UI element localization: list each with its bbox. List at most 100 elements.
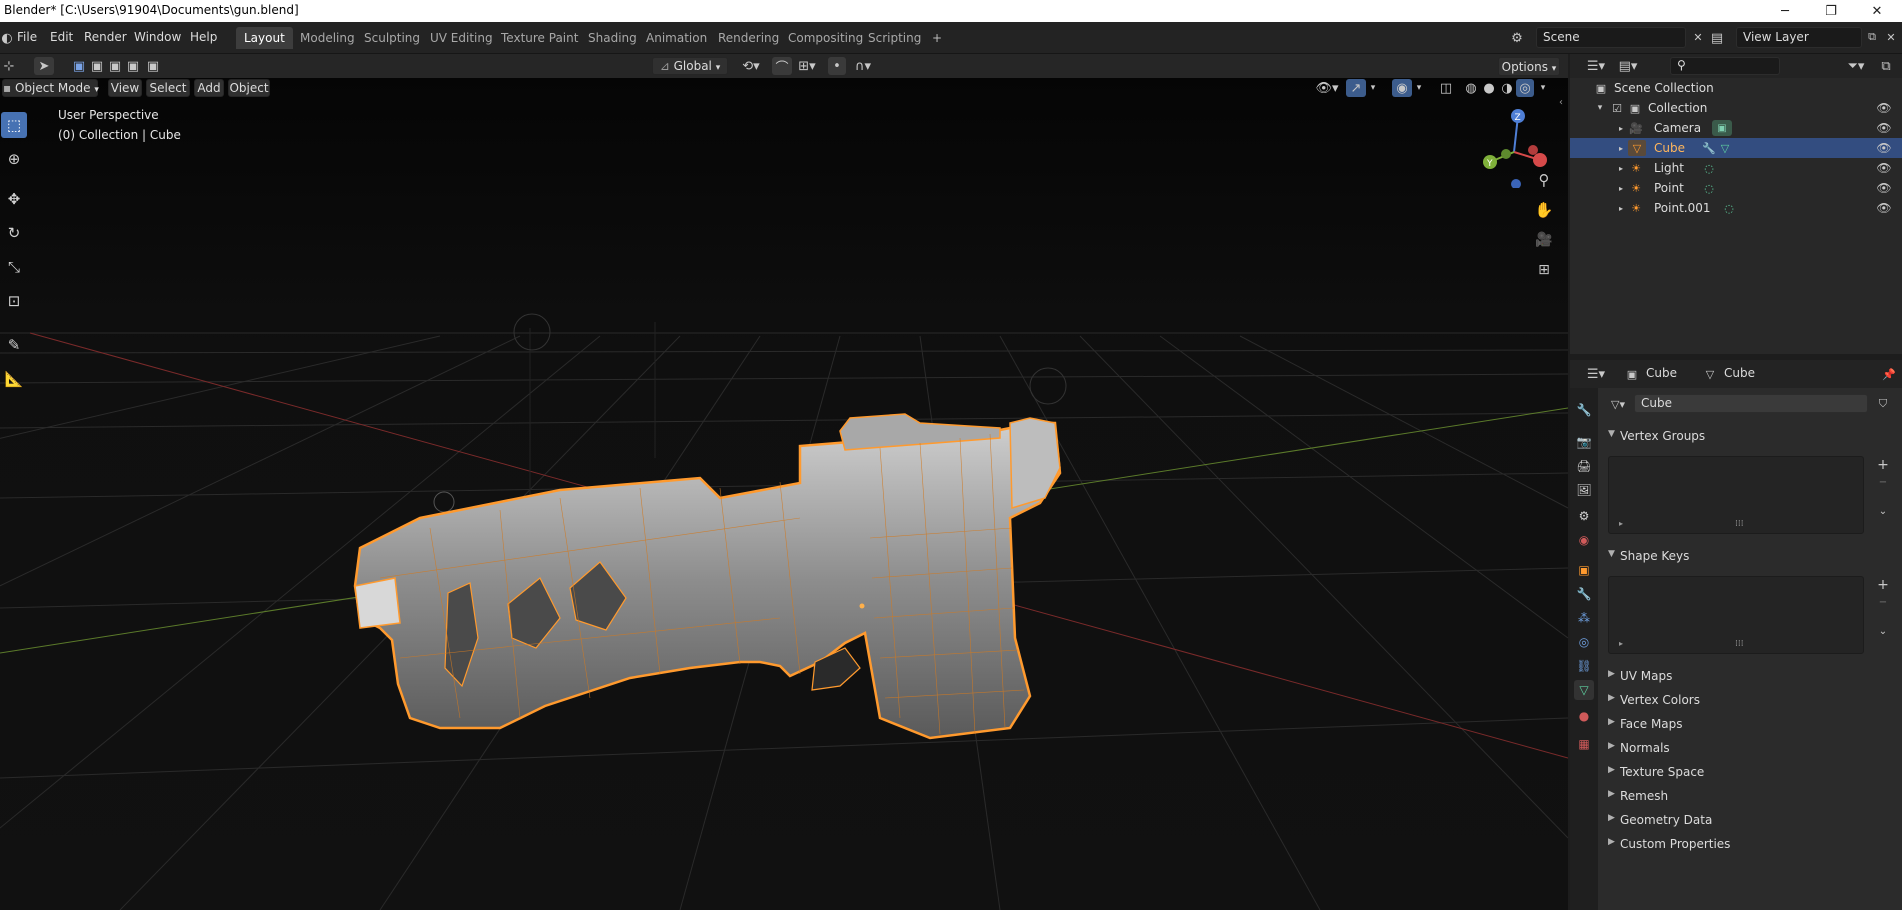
material-shading-icon[interactable]: ◑ [1498, 79, 1516, 97]
wireframe-shading-icon[interactable]: ◍ [1462, 79, 1480, 97]
add-shape-key-button[interactable]: + [1874, 576, 1892, 594]
resize-handle-icon[interactable]: ⁞⁞⁞ [1735, 639, 1744, 649]
select-new-icon[interactable]: ▣ [70, 57, 88, 75]
tab-compositing[interactable]: Compositing [780, 27, 871, 49]
mesh-browse-icon[interactable]: ▽▾ [1606, 395, 1630, 413]
transform-orientation-dropdown[interactable]: ⊿ Global ▾ [652, 57, 728, 75]
close-icon[interactable]: ✕ [1690, 28, 1706, 46]
vertex-group-specials-button[interactable]: ⌄ [1874, 502, 1892, 520]
physics-tab-icon[interactable]: ◎ [1574, 632, 1594, 652]
outliner-collection[interactable]: ▾ ☑ ▣ Collection 👁 [1570, 98, 1902, 118]
display-mode-icon[interactable]: ▤▾ [1614, 57, 1642, 75]
data-tab-icon[interactable]: ▽ [1574, 680, 1594, 700]
panel-vertex-groups[interactable]: ▼ Vertex Groups [1604, 425, 1894, 447]
add-vertex-group-button[interactable]: + [1874, 456, 1892, 474]
select-box-icon[interactable]: ⬚ [1, 112, 27, 138]
tool-icon[interactable]: ⊹ [0, 57, 18, 75]
eye-icon[interactable]: 👁 [1876, 161, 1892, 175]
expand-arrow-icon[interactable]: ▸ [1616, 161, 1626, 175]
menu-edit[interactable]: Edit [50, 30, 73, 44]
texture-tab-icon[interactable]: ▦ [1574, 734, 1594, 754]
transform-icon[interactable]: ⊡ [1, 288, 27, 314]
panel-texture-space[interactable]: ▶ Texture Space [1604, 761, 1894, 783]
expand-arrow-icon[interactable]: ▸ [1616, 121, 1626, 135]
vertex-groups-list[interactable]: ▸ ⁞⁞⁞ [1608, 456, 1864, 534]
render-tab-icon[interactable]: 📷 [1574, 432, 1594, 452]
overlay-toggle-icon[interactable]: ◉ [1392, 79, 1412, 97]
panel-face-maps[interactable]: ▶ Face Maps [1604, 713, 1894, 735]
light-data-icon[interactable]: ◌ [1702, 161, 1716, 175]
outliner-item-light[interactable]: ▸ ☀ Light ◌ 👁 [1570, 158, 1902, 178]
rendered-shading-icon[interactable]: ◎ [1516, 79, 1534, 97]
close-icon[interactable]: ✕ [1882, 28, 1900, 46]
world-tab-icon[interactable]: ◉ [1574, 530, 1594, 550]
constraints-tab-icon[interactable]: ⛓ [1574, 656, 1594, 676]
measure-icon[interactable]: 📐 [1, 366, 27, 392]
snap-icon[interactable]: ⌒ [772, 57, 792, 76]
shape-keys-list[interactable]: ▸ ⁞⁞⁞ [1608, 576, 1864, 654]
minimize-button[interactable]: ─ [1762, 0, 1808, 22]
expand-arrow-icon[interactable]: ▸ [1616, 201, 1626, 215]
scene-icon[interactable]: ⚙ [1506, 28, 1528, 48]
menu-window[interactable]: Window [134, 30, 181, 44]
restore-button[interactable]: ❐ [1808, 0, 1854, 22]
panel-vertex-colors[interactable]: ▶ Vertex Colors [1604, 689, 1894, 711]
cursor-icon[interactable]: ⊕ [1, 146, 27, 172]
menu-help[interactable]: Help [190, 30, 217, 44]
select-cursor-icon[interactable]: ➤ [34, 57, 54, 75]
outliner-scene-collection[interactable]: ▣ Scene Collection [1570, 78, 1902, 98]
checkbox-icon[interactable]: ☑ [1610, 101, 1624, 115]
remove-shape-key-button[interactable]: − [1874, 596, 1892, 608]
zoom-icon[interactable]: ⚲ [1532, 168, 1556, 192]
menu-file[interactable]: File [17, 30, 37, 44]
camera-data-icon[interactable]: ▣ [1712, 120, 1732, 136]
rotate-icon[interactable]: ↻ [1, 220, 27, 246]
panel-custom-properties[interactable]: ▶ Custom Properties [1604, 833, 1894, 855]
camera-view-icon[interactable]: 🎥 [1532, 228, 1556, 252]
select-invert-icon[interactable]: ▣ [144, 57, 162, 75]
eye-icon[interactable]: 👁 [1876, 121, 1892, 135]
3d-viewport[interactable]: User Perspective (0) Collection | Cube Z… [0, 78, 1568, 910]
modifier-tab-icon[interactable]: 🔧 [1574, 584, 1594, 604]
tab-uv-editing[interactable]: UV Editing [422, 27, 501, 49]
options-dropdown[interactable]: Options ▾ [1498, 57, 1560, 76]
eye-icon[interactable]: 👁 [1876, 201, 1892, 215]
close-button[interactable]: ✕ [1854, 0, 1900, 22]
output-tab-icon[interactable]: 🖨 [1574, 456, 1594, 476]
panel-remesh[interactable]: ▶ Remesh [1604, 785, 1894, 807]
mesh-name-field[interactable]: Cube [1634, 394, 1868, 413]
outliner-item-cube[interactable]: ▸ ▽ Cube 🔧 ▽ 👁 [1570, 138, 1902, 158]
eye-icon[interactable]: 👁 [1876, 181, 1892, 195]
view-layer-icon[interactable]: ▤ [1706, 28, 1728, 48]
expand-arrow-icon[interactable]: ▸ [1616, 181, 1626, 195]
expand-arrow-icon[interactable]: ▸ [1619, 639, 1623, 648]
proportional-falloff-icon[interactable]: ∩▾ [848, 57, 878, 75]
proportional-edit-icon[interactable]: • [828, 57, 846, 75]
solid-shading-icon[interactable]: ● [1480, 79, 1498, 97]
snap-target-icon[interactable]: ⊞▾ [792, 57, 822, 75]
panel-normals[interactable]: ▶ Normals [1604, 737, 1894, 759]
pin-icon[interactable]: 📌 [1880, 365, 1898, 383]
new-collection-icon[interactable]: ⧉ [1874, 57, 1898, 75]
tab-modeling[interactable]: Modeling [292, 27, 363, 49]
scene-tab-icon[interactable]: ⚙ [1574, 506, 1594, 526]
editor-type-icon[interactable]: ☰▾ [1582, 57, 1610, 75]
editor-type-icon[interactable]: ☰▾ [1582, 365, 1610, 383]
tab-layout[interactable]: Layout [236, 27, 293, 49]
add-workspace-button[interactable]: + [924, 27, 950, 49]
gizmo-x-axis[interactable] [1533, 153, 1547, 167]
perspective-toggle-icon[interactable]: ⊞ [1532, 258, 1556, 282]
expand-arrow-icon[interactable]: ▾ [1594, 101, 1606, 115]
xray-toggle-icon[interactable]: ◫ [1436, 79, 1456, 97]
scene-selector[interactable]: Scene [1536, 27, 1686, 48]
outliner-item-camera[interactable]: ▸ 🎥 Camera ▣ 👁 [1570, 118, 1902, 138]
shading-dropdown-icon[interactable]: ▾ [1536, 79, 1550, 97]
mode-dropdown[interactable]: ▪ Object Mode ▾ [2, 79, 99, 97]
panel-shape-keys[interactable]: ▼ Shape Keys [1604, 545, 1894, 567]
menu-select[interactable]: Select [146, 79, 190, 97]
tab-texture-paint[interactable]: Texture Paint [493, 27, 586, 49]
mesh-data-icon[interactable]: ▽ [1718, 141, 1732, 155]
outliner-item-point-001[interactable]: ▸ ☀ Point.001 ◌ 👁 [1570, 198, 1902, 218]
annotate-icon[interactable]: ✎ [1, 332, 27, 358]
remove-vertex-group-button[interactable]: − [1874, 476, 1892, 488]
